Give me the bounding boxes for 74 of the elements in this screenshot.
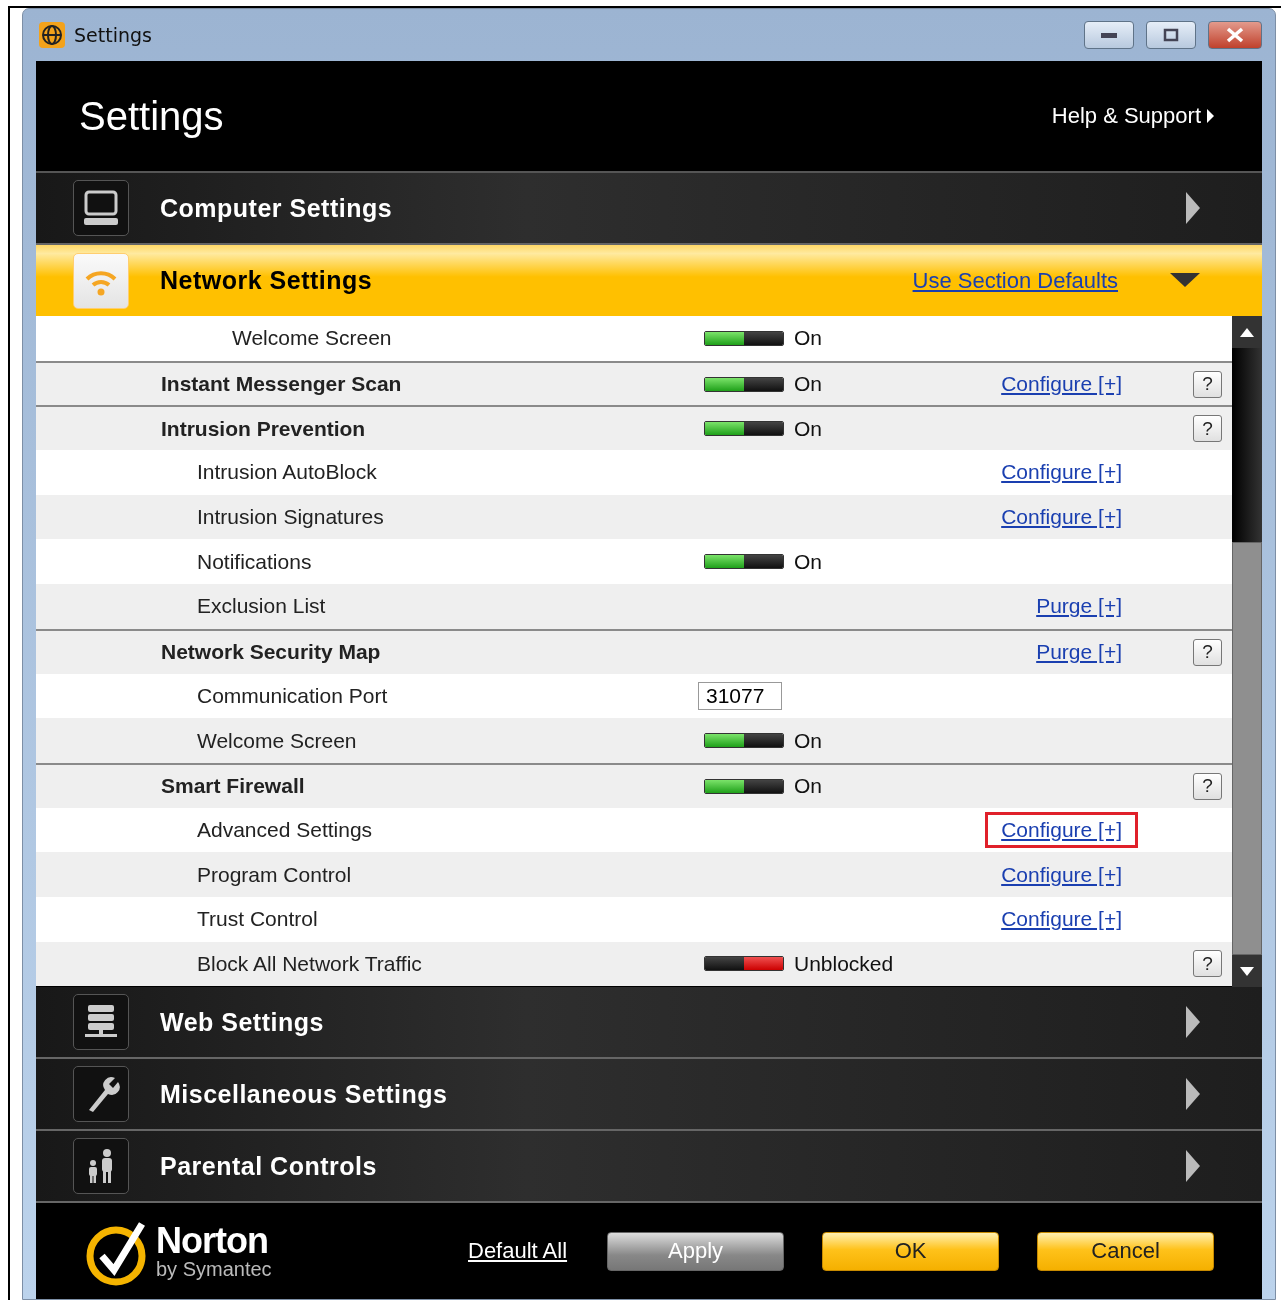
section-header[interactable]: Network Settings Use Section Defaults: [36, 245, 1262, 316]
configure-link[interactable]: Configure [+]: [1001, 817, 1122, 841]
setting-label: Exclusion List: [196, 594, 327, 619]
scroll-up-icon[interactable]: [1240, 327, 1254, 337]
expand-arrow-icon[interactable]: [1186, 192, 1200, 224]
on-off-switch[interactable]: [704, 554, 784, 570]
help-support-link[interactable]: Help & Support: [1051, 103, 1214, 129]
setting-label: Welcome Screen: [196, 728, 358, 753]
on-off-switch[interactable]: [704, 956, 784, 972]
help-button[interactable]: ?: [1193, 638, 1222, 666]
help-button[interactable]: ?: [1193, 370, 1222, 398]
help-button[interactable]: ?: [1193, 415, 1222, 443]
dialog-button[interactable]: Cancel: [1037, 1231, 1215, 1271]
setting-label: Notifications: [196, 549, 313, 574]
help-button[interactable]: ?: [1193, 950, 1222, 978]
on-off-switch[interactable]: [704, 733, 784, 749]
configure-link[interactable]: Purge [+]: [1036, 640, 1122, 664]
configure-link[interactable]: Purge [+]: [1036, 594, 1122, 618]
configure-link[interactable]: Configure [+]: [1001, 505, 1122, 529]
close-icon: [1225, 27, 1245, 43]
help-button[interactable]: ?: [1193, 772, 1222, 800]
minimize-icon: [1100, 31, 1118, 39]
on-off-switch[interactable]: [704, 421, 784, 437]
brand-subtitle: by Symantec: [156, 1259, 272, 1279]
status-text: On: [794, 774, 822, 798]
page-title: Settings: [79, 93, 224, 139]
collapse-caret-icon[interactable]: [1170, 272, 1200, 289]
section-header[interactable]: Parental Controls: [36, 1131, 1262, 1203]
section-header[interactable]: Miscellaneous Settings: [36, 1059, 1262, 1131]
setting-label: Block All Network Traffic: [196, 951, 423, 976]
expand-arrow-icon[interactable]: [1186, 1006, 1200, 1038]
status-text: On: [794, 372, 822, 396]
status-text: On: [794, 416, 822, 440]
configure-link[interactable]: Configure [+]: [1001, 460, 1122, 484]
on-off-switch[interactable]: [704, 330, 784, 346]
setting-label: Program Control: [196, 862, 353, 887]
configure-link[interactable]: Configure [+]: [1001, 862, 1122, 886]
status-text: On: [794, 326, 822, 350]
setting-label: Instant Messenger Scan: [160, 372, 403, 397]
default-all-link[interactable]: Default All: [468, 1238, 568, 1264]
scrollbar[interactable]: [1232, 316, 1262, 987]
expand-arrow-icon[interactable]: [1186, 1150, 1200, 1182]
status-text: On: [794, 728, 822, 752]
arrow-right-icon: [1207, 109, 1214, 123]
on-off-switch[interactable]: [704, 778, 784, 794]
setting-label: Intrusion Prevention: [160, 416, 367, 441]
expand-arrow-icon[interactable]: [1186, 1078, 1200, 1110]
minimize-button[interactable]: [1084, 21, 1134, 49]
status-text: Unblocked: [794, 951, 894, 975]
setting-label: Trust Control: [196, 907, 319, 932]
section-header[interactable]: Web Settings: [36, 987, 1262, 1059]
setting-label: Network Security Map: [160, 640, 382, 665]
close-button[interactable]: [1208, 21, 1262, 49]
maximize-icon: [1163, 28, 1179, 42]
setting-label: Intrusion AutoBlock: [196, 460, 378, 485]
maximize-button[interactable]: [1146, 21, 1196, 49]
section-defaults-link[interactable]: Use Section Defaults: [912, 267, 1118, 294]
scroll-down-icon[interactable]: [1240, 966, 1254, 976]
computer-icon: [81, 188, 121, 228]
on-off-switch[interactable]: [704, 376, 784, 392]
setting-label: Smart Firewall: [160, 774, 306, 799]
dialog-button[interactable]: OK: [822, 1231, 1000, 1271]
window-title: Settings: [74, 24, 153, 46]
setting-label: Welcome Screen: [231, 326, 393, 351]
setting-label: Advanced Settings: [196, 817, 374, 842]
configure-link[interactable]: Configure [+]: [1001, 907, 1122, 931]
port-field[interactable]: 31077: [698, 681, 782, 710]
globe-icon: [38, 21, 66, 49]
setting-label: Communication Port: [196, 683, 389, 708]
section-header[interactable]: Computer Settings: [36, 173, 1262, 245]
status-text: On: [794, 549, 822, 573]
brand-name: Norton: [156, 1223, 269, 1259]
setting-label: Intrusion Signatures: [196, 505, 385, 530]
configure-link[interactable]: Configure [+]: [1001, 372, 1122, 396]
